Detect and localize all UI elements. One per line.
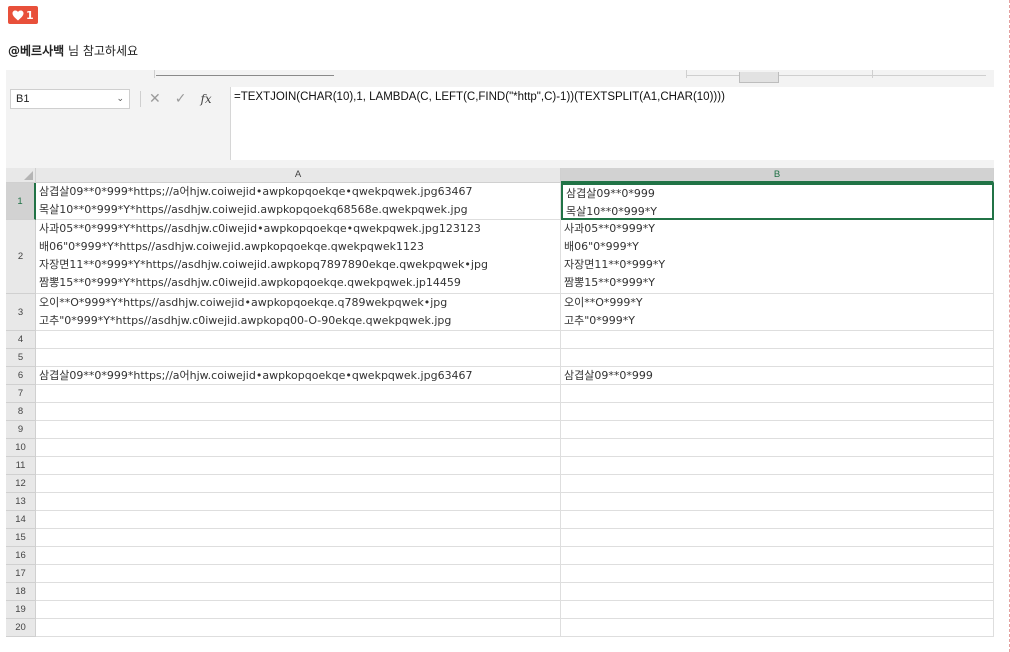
row-header[interactable]: 11 [6,457,36,475]
spreadsheet-grid: A B 1 삼겹살09**0*999*https;//a어hjw.coiwejid•a… [6,168,994,652]
cell-a10[interactable] [36,439,561,457]
like-button[interactable]: 1 [8,6,38,24]
cell-b11[interactable] [561,457,994,475]
formula-input[interactable]: =TEXTJOIN(CHAR(10),1, LAMBDA(C, LEFT(C,F… [230,87,994,160]
row-header[interactable]: 15 [6,529,36,547]
cell-a6[interactable]: 삼겹살09**0*999*https;//a어hjw.coiwejid•awpk… [36,367,561,385]
row-header[interactable]: 12 [6,475,36,493]
cell-a12[interactable] [36,475,561,493]
row-header[interactable]: 1 [6,183,36,220]
comment-text: @베르사백 님 참고하세요 [8,42,138,59]
row-header[interactable]: 10 [6,439,36,457]
chevron-down-icon[interactable]: ⌄ [116,93,124,104]
cell-b9[interactable] [561,421,994,439]
cell-a4[interactable] [36,331,561,349]
cell-b6[interactable]: 삼겹살09**0*999 [561,367,994,385]
cell-a9[interactable] [36,421,561,439]
cell-a20[interactable] [36,619,561,637]
cell-b3[interactable]: 오이**O*999*Y 고추"0*999*Y [561,294,994,331]
select-all-corner[interactable] [6,168,36,183]
heart-icon [12,10,24,20]
row-header[interactable]: 13 [6,493,36,511]
ribbon-strip [6,70,994,83]
cell-b14[interactable] [561,511,994,529]
cell-b7[interactable] [561,385,994,403]
cell-b15[interactable] [561,529,994,547]
like-count: 1 [26,8,34,22]
cell-b1[interactable]: 삼겹살09**0*999 목살10**0*999*Y [561,183,994,220]
cell-a11[interactable] [36,457,561,475]
cell-b12[interactable] [561,475,994,493]
row-header[interactable]: 14 [6,511,36,529]
cell-b4[interactable] [561,331,994,349]
cell-a19[interactable] [36,601,561,619]
cell-b20[interactable] [561,619,994,637]
row-header[interactable]: 3 [6,294,36,331]
row-header[interactable]: 4 [6,331,36,349]
row-header[interactable]: 7 [6,385,36,403]
row-header[interactable]: 5 [6,349,36,367]
row-header[interactable]: 2 [6,220,36,294]
column-header-a[interactable]: A [36,168,561,183]
cell-b8[interactable] [561,403,994,421]
cell-b18[interactable] [561,583,994,601]
insert-function-icon[interactable]: fx [200,92,211,106]
row-header[interactable]: 9 [6,421,36,439]
row-header[interactable]: 20 [6,619,36,637]
cell-a5[interactable] [36,349,561,367]
name-box-value: B1 [16,93,30,105]
cell-a7[interactable] [36,385,561,403]
mention-message: 님 참고하세요 [64,44,139,58]
cell-a13[interactable] [36,493,561,511]
cell-b17[interactable] [561,565,994,583]
cell-a18[interactable] [36,583,561,601]
row-header[interactable]: 18 [6,583,36,601]
cell-a17[interactable] [36,565,561,583]
column-header-b[interactable]: B [561,168,994,183]
cell-a8[interactable] [36,403,561,421]
cell-a2[interactable]: 사과05**0*999*Y*https//asdhjw.c0iwejid•awp… [36,220,561,294]
confirm-icon[interactable]: ✓ [175,91,187,107]
row-header[interactable]: 16 [6,547,36,565]
excel-screenshot: B1 ⌄ ✕ ✓ fx =TEXTJOIN(CHAR(10),1, LAMBDA… [6,70,994,652]
cell-b13[interactable] [561,493,994,511]
formula-controls: ✕ ✓ fx [140,89,218,109]
cell-b5[interactable] [561,349,994,367]
row-header[interactable]: 8 [6,403,36,421]
cell-b2[interactable]: 사과05**0*999*Y 배06"0*999*Y 자장면11**0*999*Y… [561,220,994,294]
cell-a15[interactable] [36,529,561,547]
row-header[interactable]: 6 [6,367,36,385]
cell-b16[interactable] [561,547,994,565]
cell-a3[interactable]: 오이**O*999*Y*https//asdhjw.coiwejid•awpko… [36,294,561,331]
cancel-icon[interactable]: ✕ [149,91,161,107]
cell-a14[interactable] [36,511,561,529]
cell-a1[interactable]: 삼겹살09**0*999*https;//a어hjw.coiwejid•awpk… [36,183,561,220]
row-header[interactable]: 17 [6,565,36,583]
row-header[interactable]: 19 [6,601,36,619]
cell-a16[interactable] [36,547,561,565]
name-box[interactable]: B1 ⌄ [10,89,130,109]
cell-b19[interactable] [561,601,994,619]
ribbon-tab[interactable] [739,72,779,83]
mention-user[interactable]: @베르사백 [8,44,64,58]
cell-b10[interactable] [561,439,994,457]
